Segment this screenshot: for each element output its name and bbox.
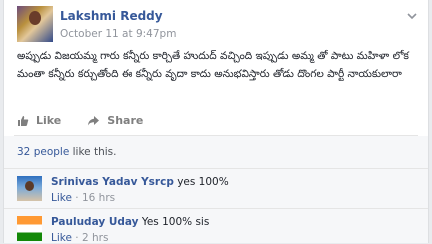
- author-avatar[interactable]: [17, 6, 53, 42]
- comment-meta: Like · 2 hrs: [51, 232, 209, 244]
- post-text: అప్పుడు విజయమ్మ గారు కన్నీరు కార్చితే హు…: [17, 50, 409, 80]
- comment-time[interactable]: 2 hrs: [82, 232, 108, 244]
- post-author[interactable]: Lakshmi Reddy: [60, 9, 176, 23]
- comment-body: Srinivas Yadav Ysrcp yes 100% Like · 16 …: [51, 176, 229, 204]
- post-header-text: Lakshmi Reddy October 11 at 9:47pm: [60, 6, 176, 42]
- comment-item: Srinivas Yadav Ysrcp yes 100% Like · 16 …: [4, 168, 428, 208]
- comment-like-button[interactable]: Like: [51, 232, 72, 244]
- post-header: Lakshmi Reddy October 11 at 9:47pm: [17, 6, 176, 42]
- like-button[interactable]: Like: [17, 114, 61, 127]
- likes-summary: 32 people like this.: [4, 136, 428, 168]
- thumbs-up-icon: [18, 115, 29, 126]
- post-actions: Like Share: [17, 114, 143, 127]
- post-timestamp[interactable]: October 11 at 9:47pm: [60, 28, 176, 40]
- comment-author[interactable]: Srinivas Yadav Ysrcp: [51, 176, 174, 188]
- chevron-down-icon[interactable]: [406, 10, 418, 22]
- share-label: Share: [107, 114, 144, 127]
- comment-line: Srinivas Yadav Ysrcp yes 100%: [51, 176, 229, 188]
- share-button[interactable]: Share: [87, 114, 143, 127]
- comment-author[interactable]: Pauluday Uday: [51, 216, 138, 228]
- comment-time[interactable]: 16 hrs: [82, 192, 115, 204]
- like-label: Like: [36, 114, 62, 127]
- likes-count-link[interactable]: 32 people: [17, 146, 69, 158]
- comment-body: Pauluday Uday Yes 100% sis Like · 2 hrs: [51, 216, 209, 244]
- likes-line: 32 people like this.: [17, 146, 116, 158]
- post-card: Lakshmi Reddy October 11 at 9:47pm అప్పు…: [3, 0, 429, 244]
- comment-meta: Like · 16 hrs: [51, 192, 229, 204]
- comment-text: yes 100%: [173, 176, 229, 188]
- commenter-avatar[interactable]: [17, 216, 42, 241]
- share-arrow-icon: [88, 115, 100, 125]
- comment-like-button[interactable]: Like: [51, 192, 72, 204]
- likes-suffix: like this.: [69, 146, 117, 158]
- comment-text: Yes 100% sis: [138, 216, 210, 228]
- comment-meta-separator: ·: [75, 192, 82, 204]
- comment-meta-separator: ·: [75, 232, 82, 244]
- comment-line: Pauluday Uday Yes 100% sis: [51, 216, 209, 228]
- commenter-avatar[interactable]: [17, 176, 42, 201]
- comment-item: Pauluday Uday Yes 100% sis Like · 2 hrs: [4, 208, 428, 244]
